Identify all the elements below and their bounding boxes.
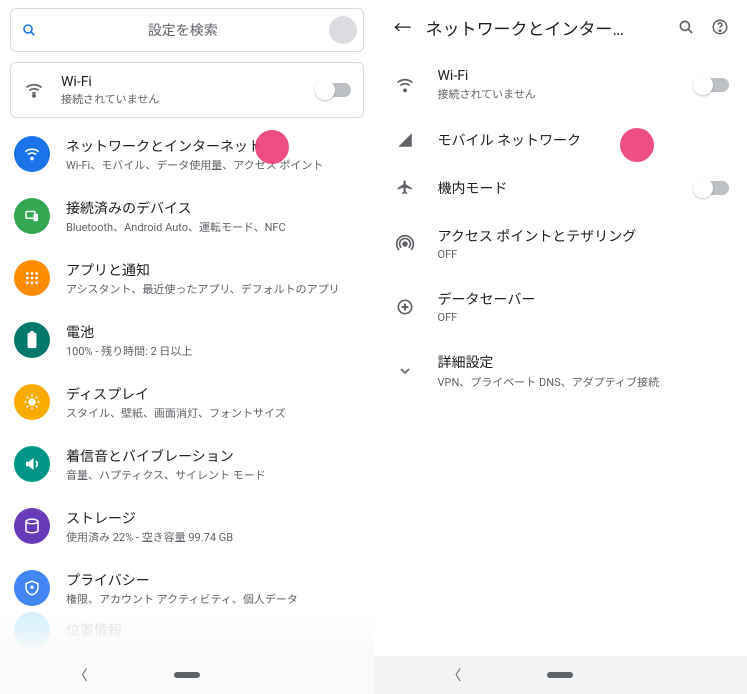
sound-icon — [14, 446, 50, 482]
nav-back-icon[interactable]: 〈 — [74, 665, 88, 685]
screen-title: ネットワークとインター… — [420, 15, 670, 40]
avatar[interactable] — [329, 16, 357, 44]
wifi-icon — [23, 80, 45, 100]
nav-home-pill[interactable] — [547, 672, 573, 678]
row-mobile-network[interactable]: モバイル ネットワーク — [374, 116, 747, 164]
devices-icon — [14, 198, 50, 234]
settings-list: ネットワークとインターネットWi-Fi、モバイル、データ使用量、アクセス ポイン… — [0, 124, 374, 620]
wifi-title: Wi-Fi — [61, 74, 317, 90]
item-privacy[interactable]: プライバシー権限、アカウント アクティビティ、個人データ — [0, 558, 374, 620]
chevron-down-icon — [392, 363, 418, 379]
wifi-quick-card[interactable]: Wi-Fi 接続されていません — [10, 62, 364, 118]
item-battery[interactable]: 電池100% - 残り時間: 2 日以上 — [0, 310, 374, 372]
wifi-toggle[interactable] — [695, 78, 729, 92]
storage-icon — [14, 508, 50, 544]
item-connected-devices[interactable]: 接続済みのデバイスBluetooth、Android Auto、運転モード、NF… — [0, 186, 374, 248]
help-icon[interactable] — [703, 12, 737, 42]
apps-icon — [14, 260, 50, 296]
nav-back-icon[interactable]: 〈 — [447, 665, 461, 685]
item-apps[interactable]: アプリと通知アシスタント、最近使ったアプリ、デフォルトのアプリ — [0, 248, 374, 310]
system-nav: 〈 — [374, 656, 747, 694]
wifi-subtitle: 接続されていません — [61, 91, 317, 107]
wifi-icon — [392, 75, 418, 95]
airplane-toggle[interactable] — [695, 181, 729, 195]
row-advanced[interactable]: 詳細設定VPN、プライベート DNS、アダプティブ接続 — [374, 338, 747, 404]
item-location-ghost: 位置情報 — [14, 612, 122, 648]
row-airplane[interactable]: 機内モード — [374, 164, 747, 212]
back-button[interactable]: ← — [386, 8, 420, 46]
battery-icon — [14, 322, 50, 358]
search-bar[interactable]: 設定を検索 — [10, 8, 364, 52]
settings-root-screen: 設定を検索 Wi-Fi 接続されていません ネットワークとインターネットWi-F… — [0, 0, 374, 694]
privacy-icon — [14, 570, 50, 606]
item-display[interactable]: ディスプレイスタイル、壁紙、画面消灯、フォントサイズ — [0, 372, 374, 434]
app-bar: ← ネットワークとインター… — [374, 0, 747, 54]
airplane-icon — [392, 179, 418, 197]
network-settings-screen: ← ネットワークとインター… Wi-Fi接続されていません モバイル ネットワー… — [374, 0, 747, 694]
search-icon[interactable] — [669, 12, 703, 42]
item-storage[interactable]: ストレージ使用済み 22% - 空き容量 99.74 GB — [0, 496, 374, 558]
wifi-toggle[interactable] — [317, 83, 351, 97]
display-icon — [14, 384, 50, 420]
wifi-icon — [14, 136, 50, 172]
system-nav: 〈 — [0, 656, 374, 694]
row-hotspot[interactable]: アクセス ポイントとテザリングOFF — [374, 212, 747, 275]
nav-home-pill[interactable] — [174, 672, 200, 678]
item-network[interactable]: ネットワークとインターネットWi-Fi、モバイル、データ使用量、アクセス ポイン… — [0, 124, 374, 186]
data-saver-icon — [392, 297, 418, 317]
search-placeholder: 設定を検索 — [37, 20, 329, 40]
row-data-saver[interactable]: データセーバーOFF — [374, 275, 747, 338]
item-sound[interactable]: 着信音とバイブレーション音量、ハプティクス、サイレント モード — [0, 434, 374, 496]
search-icon — [21, 22, 37, 38]
signal-icon — [392, 131, 418, 149]
row-wifi[interactable]: Wi-Fi接続されていません — [374, 54, 747, 116]
hotspot-icon — [392, 234, 418, 254]
